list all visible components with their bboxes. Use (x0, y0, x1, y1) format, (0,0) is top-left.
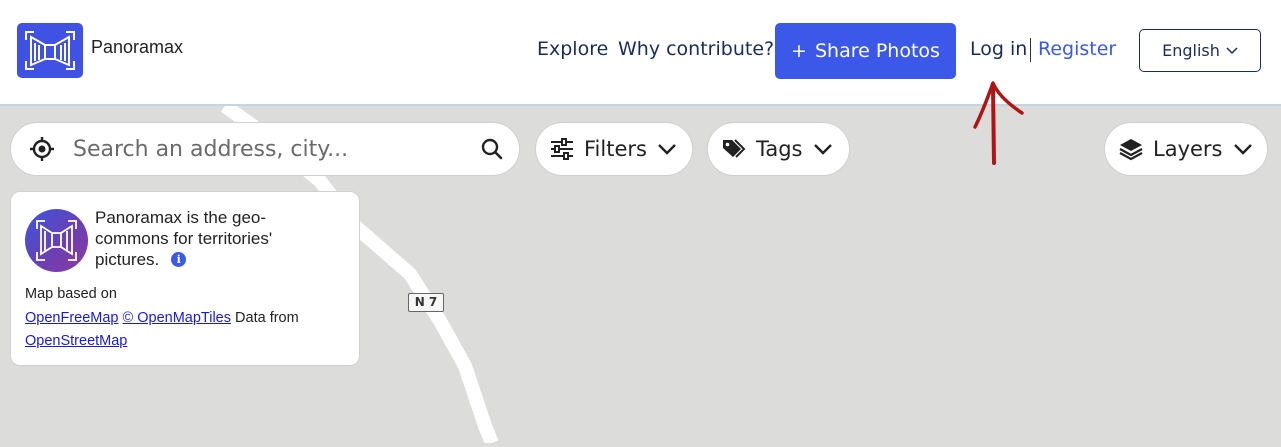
card-title: Panoramax is the geo-commons for territo… (95, 207, 320, 270)
card-logo (25, 209, 88, 272)
info-card: Panoramax is the geo-commons for territo… (10, 191, 360, 366)
layers-button[interactable]: Layers (1104, 122, 1268, 176)
search-bar (10, 122, 520, 176)
logo-icon (25, 31, 75, 70)
nav-explore[interactable]: Explore (537, 38, 608, 60)
plus-icon: + (791, 40, 807, 62)
sliders-icon (551, 138, 573, 160)
search-icon[interactable] (481, 138, 503, 160)
openstreetmap-link[interactable]: OpenStreetMap (25, 333, 127, 349)
register-link[interactable]: Register (1038, 38, 1116, 60)
tags-label: Tags (756, 137, 803, 161)
search-input[interactable] (71, 135, 481, 163)
map-attribution: Map based on OpenFreeMap © OpenMapTiles … (25, 283, 345, 354)
openfreemap-link[interactable]: OpenFreeMap (25, 310, 119, 326)
layers-icon (1119, 139, 1143, 161)
chevron-down-icon (813, 144, 832, 155)
login-link[interactable]: Log in (970, 38, 1027, 60)
language-select[interactable]: English (1139, 29, 1261, 72)
annotation-arrow-icon (973, 81, 1024, 165)
share-photos-button[interactable]: + Share Photos (775, 23, 956, 79)
openmaptiles-link[interactable]: © OpenMapTiles (123, 310, 231, 326)
brand-name[interactable]: Panoramax (91, 37, 183, 58)
tag-icon (723, 139, 746, 158)
top-header: Panoramax Explore Why contribute? + Shar… (0, 0, 1281, 106)
chevron-down-icon (1233, 144, 1252, 155)
layers-label: Layers (1153, 137, 1223, 161)
info-icon[interactable]: i (171, 252, 187, 267)
attribution-intro: Map based on (25, 286, 117, 302)
filters-button[interactable]: Filters (535, 122, 693, 176)
chevron-down-icon (658, 144, 676, 155)
data-from-label: Data from (235, 309, 299, 326)
nav-why-contribute[interactable]: Why contribute? (618, 38, 774, 60)
share-photos-label: Share Photos (814, 40, 940, 62)
nav-separator (1030, 38, 1031, 62)
road-label-n7: N 7 (408, 293, 444, 312)
language-label: English (1162, 41, 1220, 60)
locate-icon[interactable] (29, 136, 55, 162)
chevron-down-icon (1226, 46, 1238, 54)
filters-label: Filters (584, 137, 647, 161)
tags-button[interactable]: Tags (707, 122, 850, 176)
panoramax-logo[interactable] (17, 23, 83, 78)
panoramax-logo-icon (36, 220, 77, 261)
